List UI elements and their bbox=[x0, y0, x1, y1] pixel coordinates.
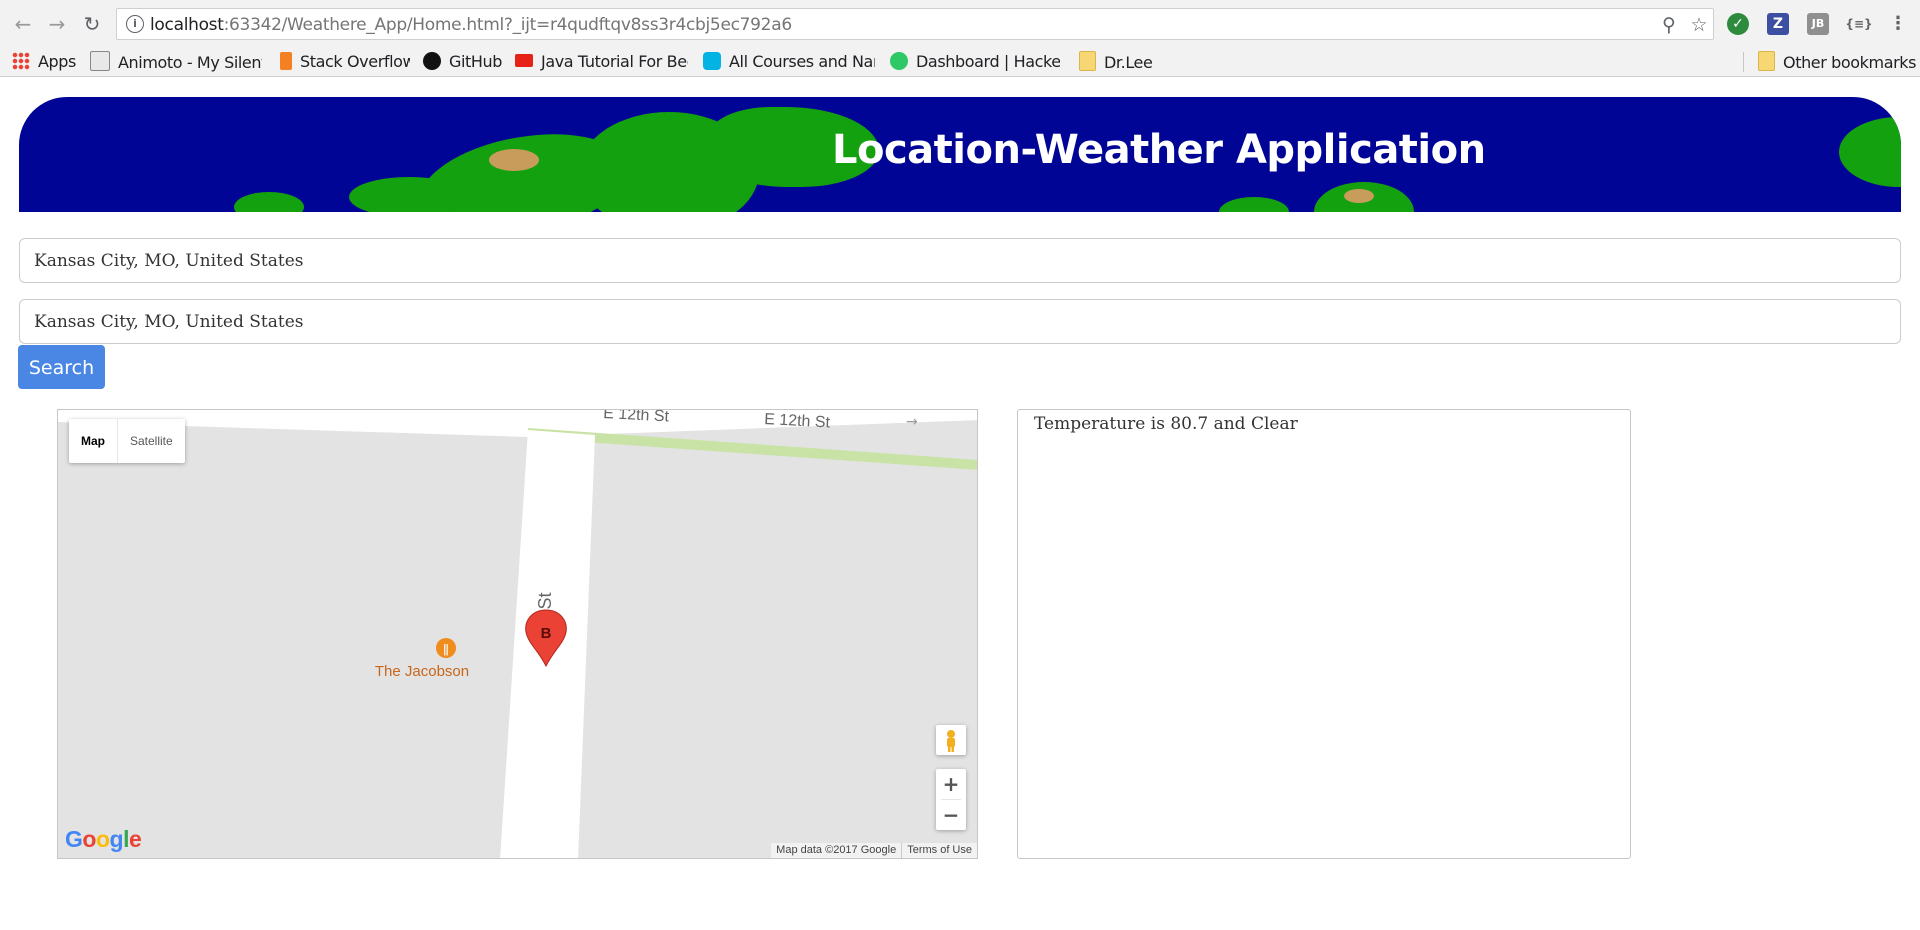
map-type-control: Map Satellite bbox=[69, 419, 185, 463]
street-e12th-road bbox=[58, 410, 977, 437]
bookmark-udacity[interactable]: All Courses and Nanc bbox=[703, 51, 875, 73]
browser-toolbar: ← → ↻ i localhost:63342/Weathere_App/Hom… bbox=[0, 0, 1920, 47]
terrain-shape bbox=[1344, 189, 1374, 203]
search-button[interactable]: Search bbox=[18, 345, 105, 389]
bookmark-drlee[interactable]: Dr.Lee bbox=[1079, 51, 1179, 73]
bookmark-apps[interactable]: Apps bbox=[12, 51, 82, 73]
bookmark-stackoverflow[interactable]: Stack Overflow bbox=[280, 51, 410, 73]
zoom-magnifier-icon[interactable]: ⚲ bbox=[1657, 13, 1681, 37]
github-icon bbox=[423, 52, 441, 70]
continent-shape bbox=[349, 177, 469, 212]
udacity-icon bbox=[703, 52, 721, 70]
weather-panel: Temperature is 80.7 and Clear bbox=[1017, 409, 1631, 859]
street-label-e12th-2: E 12th St bbox=[764, 411, 831, 431]
park-strip bbox=[528, 428, 977, 470]
url-text[interactable]: localhost:63342/Weathere_App/Home.html?_… bbox=[150, 15, 792, 35]
bookmark-other[interactable]: Other bookmarks bbox=[1758, 51, 1918, 73]
zoom-control: + − bbox=[936, 769, 966, 830]
zoom-out-button[interactable]: − bbox=[936, 800, 966, 830]
bookmarks-separator bbox=[1743, 52, 1744, 72]
origin-input[interactable] bbox=[19, 238, 1901, 283]
bookmark-hackerrank[interactable]: Dashboard | HackerR bbox=[890, 51, 1060, 73]
folder-icon bbox=[1079, 51, 1096, 71]
jetbrains-extension-icon[interactable]: JB bbox=[1807, 13, 1829, 35]
back-icon[interactable]: ← bbox=[8, 10, 38, 38]
bookmark-animoto[interactable]: Animoto - My Silent I bbox=[90, 51, 262, 73]
pegman-icon bbox=[947, 730, 955, 752]
google-logo[interactable]: Google bbox=[65, 826, 142, 853]
bookmark-github[interactable]: GitHub bbox=[423, 51, 513, 73]
stackoverflow-icon bbox=[280, 52, 292, 70]
continent-shape bbox=[1219, 197, 1289, 212]
bookmark-star-icon[interactable]: ☆ bbox=[1687, 13, 1711, 37]
folder-icon bbox=[1758, 51, 1775, 71]
terms-link[interactable]: Terms of Use bbox=[901, 843, 977, 858]
bookmarks-bar: Apps Animoto - My Silent I Stack Overflo… bbox=[0, 47, 1920, 77]
zoom-in-button[interactable]: + bbox=[936, 769, 966, 799]
map-type-satellite-button[interactable]: Satellite bbox=[117, 419, 185, 463]
forward-icon[interactable]: → bbox=[42, 10, 72, 38]
map-canvas[interactable]: E 12th St E 12th St → Oak St ǁ The Jacob… bbox=[58, 410, 978, 859]
continent-shape bbox=[1839, 117, 1901, 187]
hackerrank-icon bbox=[890, 52, 908, 70]
apps-grid-icon bbox=[12, 52, 30, 70]
fork-knife-icon: ǁ bbox=[443, 642, 449, 656]
menu-kebab-icon[interactable]: ⋮ bbox=[1887, 13, 1909, 35]
google-map[interactable]: E 12th St E 12th St → Oak St ǁ The Jacob… bbox=[57, 409, 978, 859]
map-attribution: Map data ©2017 Google bbox=[776, 844, 897, 856]
terrain-shape bbox=[489, 149, 539, 171]
one-way-arrow-icon: → bbox=[906, 414, 918, 430]
json-extension-icon[interactable]: {≡} bbox=[1845, 13, 1873, 35]
destination-input[interactable] bbox=[19, 299, 1901, 344]
marker-label: B bbox=[541, 625, 552, 642]
poi-label[interactable]: The Jacobson bbox=[375, 663, 469, 680]
zotero-extension-icon[interactable]: Z bbox=[1767, 13, 1789, 35]
page-title: Location-Weather Application bbox=[832, 127, 1486, 173]
check-extension-icon[interactable]: ✓ bbox=[1727, 13, 1749, 35]
info-icon[interactable]: i bbox=[126, 15, 144, 33]
youtube-icon bbox=[515, 54, 533, 67]
address-bar[interactable]: i localhost:63342/Weathere_App/Home.html… bbox=[116, 8, 1714, 40]
pegman-button[interactable] bbox=[936, 725, 966, 755]
continent-shape bbox=[234, 192, 304, 212]
map-type-map-button[interactable]: Map bbox=[69, 419, 117, 463]
header-banner: Location-Weather Application bbox=[19, 97, 1901, 212]
bookmark-java-tutorial[interactable]: Java Tutorial For Begi bbox=[515, 51, 688, 73]
animoto-icon bbox=[90, 51, 110, 71]
weather-result: Temperature is 80.7 and Clear bbox=[1034, 414, 1298, 434]
map-attribution-bar: Map data ©2017 Google Terms of Use bbox=[771, 843, 977, 858]
reload-icon[interactable]: ↻ bbox=[77, 10, 107, 38]
